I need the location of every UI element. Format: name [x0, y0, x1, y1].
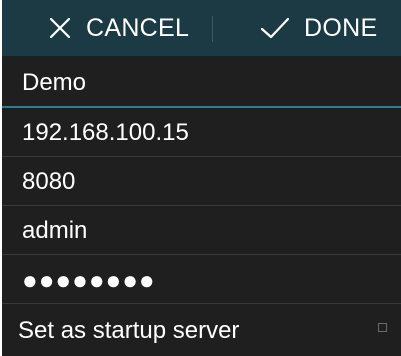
done-label: DONE: [304, 13, 378, 42]
username-value: admin: [22, 216, 88, 244]
startup-server-row[interactable]: Set as startup server: [2, 306, 401, 356]
startup-server-checkbox[interactable]: [378, 323, 387, 332]
password-mask: ●●●●●●●●: [22, 264, 156, 295]
done-button[interactable]: DONE: [260, 0, 377, 56]
server-name-value: Demo: [22, 69, 87, 96]
port-field[interactable]: 8080: [2, 158, 401, 206]
action-divider: [212, 16, 213, 42]
server-name-field[interactable]: Demo: [2, 60, 401, 108]
port-value: 8080: [22, 167, 76, 195]
server-settings-screen: CANCEL DONE Demo 192.168.100.15 8080 adm…: [2, 0, 401, 356]
action-bar: CANCEL DONE: [2, 0, 401, 56]
close-icon: [49, 17, 71, 39]
server-address-field[interactable]: 192.168.100.15: [2, 109, 401, 157]
cancel-label: CANCEL: [86, 13, 190, 42]
password-field[interactable]: ●●●●●●●●: [2, 256, 401, 304]
cancel-button[interactable]: CANCEL: [48, 0, 189, 56]
server-address-value: 192.168.100.15: [22, 118, 189, 146]
checkmark-icon: [260, 17, 290, 39]
startup-server-label: Set as startup server: [18, 317, 240, 344]
username-field[interactable]: admin: [2, 207, 401, 255]
